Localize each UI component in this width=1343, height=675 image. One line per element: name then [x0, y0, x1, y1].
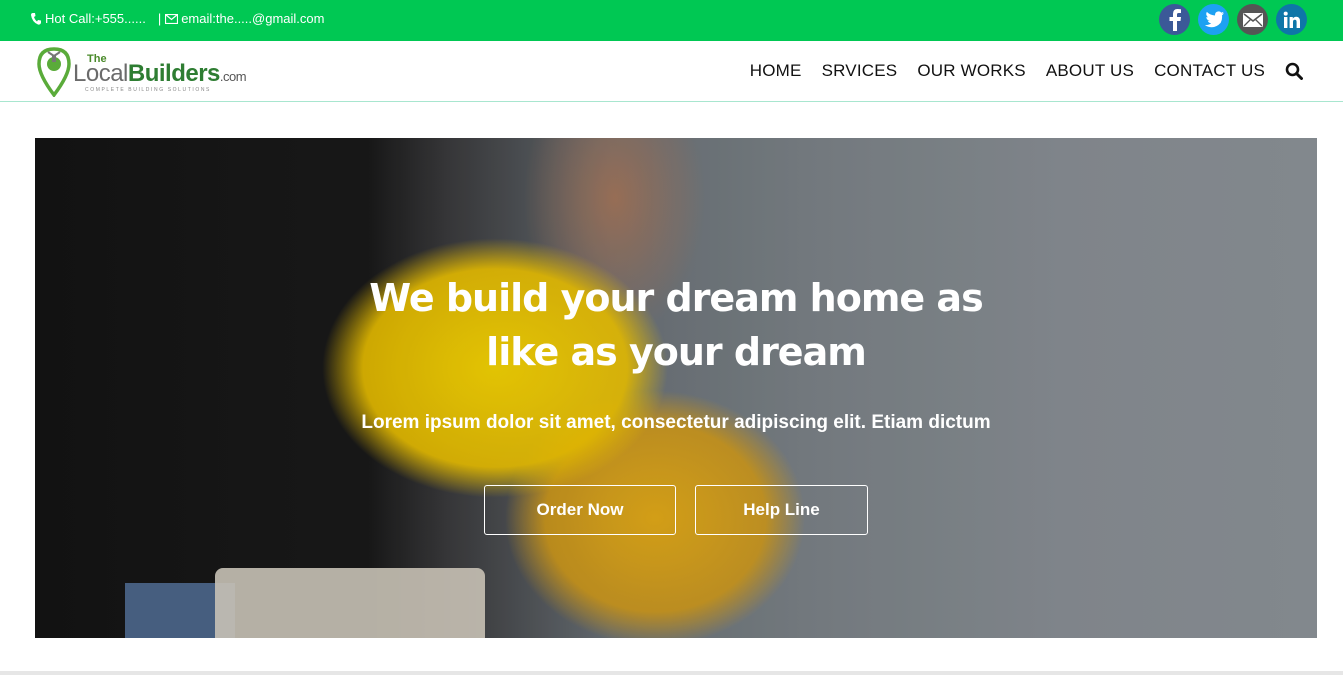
facebook-icon[interactable]	[1159, 4, 1190, 35]
location-pin-icon	[37, 47, 71, 97]
envelope-icon	[165, 13, 179, 24]
help-line-button[interactable]: Help Line	[695, 485, 868, 535]
email-link[interactable]: email:the.....@gmail.com	[181, 11, 324, 26]
logo-tagline: COMPLETE BUILDING SOLUTIONS	[85, 87, 211, 93]
hero-overlay	[35, 138, 1317, 638]
main-nav: HOME SRVICES OUR WORKS ABOUT US CONTACT …	[730, 61, 1303, 81]
hero-subtitle: Lorem ipsum dolor sit amet, consectetur …	[361, 412, 991, 433]
nav-services[interactable]: SRVICES	[822, 61, 898, 81]
logo-brand: LocalBuilders.com	[73, 60, 247, 88]
nav-contact-us[interactable]: CONTACT US	[1154, 61, 1265, 81]
hero-title-line2: like as your dream	[486, 330, 867, 374]
phone-icon	[31, 12, 41, 25]
hero-title: We build your dream home as like as your…	[35, 271, 1317, 379]
hot-call-text: Hot Call:+555......	[45, 11, 146, 26]
twitter-icon[interactable]	[1198, 4, 1229, 35]
contact-info: Hot Call:+555...... | email:the.....@gma…	[31, 11, 324, 26]
section-divider	[0, 671, 1343, 675]
top-bar: Hot Call:+555...... | email:the.....@gma…	[0, 0, 1343, 41]
search-icon[interactable]	[1285, 62, 1303, 80]
mail-icon[interactable]	[1237, 4, 1268, 35]
hero-title-line1: We build your dream home as	[369, 276, 983, 320]
logo-dotcom: .com	[219, 69, 247, 84]
nav-about-us[interactable]: ABOUT US	[1046, 61, 1134, 81]
logo-text: The LocalBuilders.com COMPLETE BUILDING …	[73, 47, 253, 97]
hero-banner: We build your dream home as like as your…	[35, 138, 1317, 638]
nav-home[interactable]: HOME	[750, 61, 802, 81]
separator: |	[157, 11, 162, 26]
main-header: The LocalBuilders.com COMPLETE BUILDING …	[0, 41, 1343, 102]
linkedin-icon[interactable]	[1276, 4, 1307, 35]
nav-our-works[interactable]: OUR WORKS	[917, 61, 1026, 81]
order-now-button[interactable]: Order Now	[484, 485, 676, 535]
logo-local: Local	[73, 60, 128, 87]
site-logo[interactable]: The LocalBuilders.com COMPLETE BUILDING …	[37, 47, 253, 97]
logo-builders: Builders	[127, 60, 221, 87]
social-links	[1159, 4, 1307, 35]
